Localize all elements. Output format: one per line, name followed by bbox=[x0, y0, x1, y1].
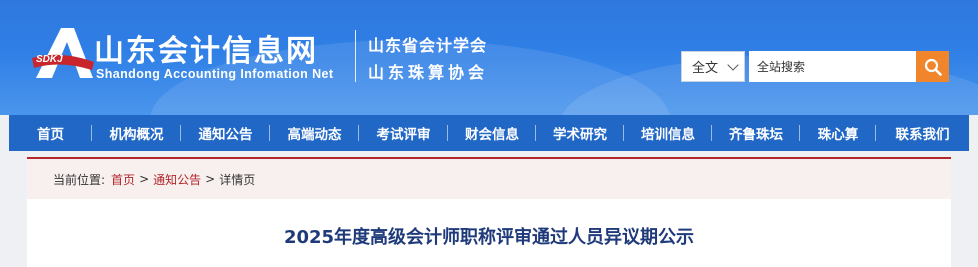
nav-item-label: 财会信息 bbox=[465, 127, 519, 143]
nav-item-label: 齐鲁珠坛 bbox=[729, 127, 783, 143]
nav-item-research[interactable]: 学术研究 bbox=[536, 115, 624, 151]
site-name-english: Shandong Accounting Infomation Net bbox=[96, 67, 334, 81]
nav-item-contact[interactable]: 联系我们 bbox=[876, 115, 969, 151]
nav-item-label: 联系我们 bbox=[895, 127, 950, 143]
nav-item-label: 学术研究 bbox=[553, 127, 607, 143]
breadcrumb-separator: > bbox=[205, 172, 216, 186]
association-name-1: 山东省会计学会 bbox=[368, 36, 488, 55]
nav-item-finance[interactable]: 财会信息 bbox=[448, 115, 536, 151]
breadcrumb-section-link[interactable]: 通知公告 bbox=[153, 171, 201, 188]
header-divider bbox=[355, 30, 356, 82]
search-input[interactable] bbox=[749, 51, 917, 82]
main-nav: 首页 机构概况 通知公告 高端动态 考试评审 财会信息 学术研究 培训信息 齐鲁… bbox=[9, 115, 969, 151]
site-header: SDKJ 山东会计信息网 Shandong Accounting Infomat… bbox=[0, 0, 978, 115]
content-panel: 当前位置: 首页 > 通知公告 > 详情页 2025年度高级会计师职称评审通过人… bbox=[27, 157, 951, 267]
chevron-down-icon bbox=[727, 59, 739, 71]
search-button[interactable] bbox=[916, 51, 949, 82]
search-icon bbox=[924, 58, 942, 76]
nav-item-label: 首页 bbox=[37, 127, 64, 143]
breadcrumb-home-link[interactable]: 首页 bbox=[111, 171, 135, 188]
nav-item-home[interactable]: 首页 bbox=[9, 115, 92, 151]
nav-item-label: 机构概况 bbox=[109, 127, 164, 143]
nav-item-news[interactable]: 高端动态 bbox=[270, 115, 359, 151]
site-name[interactable]: 山东会计信息网 bbox=[94, 26, 318, 70]
nav-item-label: 培训信息 bbox=[641, 127, 695, 143]
article-title: 2025年度高级会计师职称评审通过人员异议期公示 bbox=[283, 227, 695, 248]
nav-item-label: 珠心算 bbox=[817, 127, 859, 143]
nav-item-about[interactable]: 机构概况 bbox=[92, 115, 181, 151]
logo-badge: SDKJ bbox=[36, 54, 63, 65]
nav-item-training[interactable]: 培训信息 bbox=[624, 115, 712, 151]
association-name-2: 山东珠算协会 bbox=[368, 63, 489, 82]
nav-item-abacus-forum[interactable]: 齐鲁珠坛 bbox=[712, 115, 800, 151]
search-scope-value: 全文 bbox=[692, 61, 719, 76]
breadcrumb-current: 详情页 bbox=[219, 172, 256, 187]
nav-item-exams[interactable]: 考试评审 bbox=[359, 115, 448, 151]
nav-item-label: 考试评审 bbox=[376, 127, 431, 143]
nav-item-notices[interactable]: 通知公告 bbox=[181, 115, 270, 151]
search-scope-select[interactable]: 全文 bbox=[681, 51, 745, 82]
nav-item-mental-abacus[interactable]: 珠心算 bbox=[800, 115, 876, 151]
breadcrumb-prefix: 当前位置: bbox=[53, 172, 106, 187]
nav-item-label: 高端动态 bbox=[287, 127, 342, 143]
breadcrumb: 当前位置: 首页 > 通知公告 > 详情页 bbox=[27, 157, 951, 199]
nav-item-label: 通知公告 bbox=[198, 127, 253, 143]
breadcrumb-separator: > bbox=[139, 172, 150, 186]
